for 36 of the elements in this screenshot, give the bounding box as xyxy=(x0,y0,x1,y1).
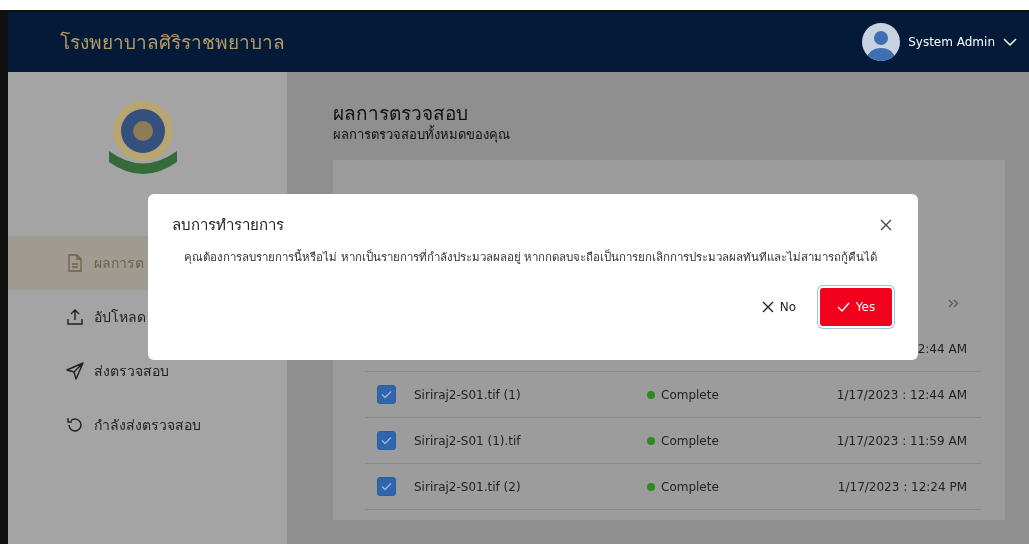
yes-button[interactable]: Yes xyxy=(820,287,892,326)
send-icon xyxy=(66,362,84,380)
user-avatar-icon[interactable] xyxy=(862,23,901,61)
sidebar-item[interactable]: กำลังส่งตรวจสอบ xyxy=(8,398,287,452)
date-time: 2:44 AM xyxy=(917,340,967,358)
page-title: ผลการตรวจสอบ xyxy=(333,102,469,125)
date-time: 1/17/2023 : 12:44 AM xyxy=(836,386,967,404)
upload-icon xyxy=(66,308,84,326)
status-text: Complete xyxy=(661,432,719,450)
row-checkbox[interactable] xyxy=(377,431,396,451)
user-name[interactable]: System Admin xyxy=(908,33,995,51)
file-name: Siriraj2-S01.tif (1) xyxy=(414,386,521,404)
double-chevron-right-icon[interactable] xyxy=(948,299,959,309)
page-subtitle: ผลการตรวจสอบทั้งหมดของคุณ xyxy=(333,124,511,145)
checkmark-icon xyxy=(381,436,392,446)
date-time: 1/17/2023 : 12:24 PM xyxy=(837,478,967,496)
hospital-name: โรงพยาบาลศิริราชพยาบาล xyxy=(60,29,285,55)
close-icon xyxy=(761,300,774,313)
file-name: Siriraj2-S01 (1).tif xyxy=(414,432,521,450)
checkmark-icon xyxy=(381,390,392,400)
document-icon xyxy=(66,254,84,272)
dialog-title: ลบการทำรายการ xyxy=(172,215,284,236)
close-icon[interactable] xyxy=(880,219,892,232)
sidebar-item[interactable]: อัปโหลด xyxy=(8,290,287,344)
row-checkbox[interactable] xyxy=(377,477,396,497)
file-name: Siriraj2-S01.tif (2) xyxy=(414,478,521,496)
chevron-down-icon[interactable] xyxy=(1003,37,1017,47)
refresh-icon xyxy=(66,416,84,434)
status-text: Complete xyxy=(661,478,719,496)
checkmark-icon xyxy=(836,301,850,312)
sidebar-item[interactable]: ส่งตรวจสอบ xyxy=(8,344,287,398)
date-time: 1/17/2023 : 11:59 AM xyxy=(836,432,967,450)
no-button[interactable]: No xyxy=(753,291,804,322)
row-checkbox[interactable] xyxy=(377,385,396,405)
checkmark-icon xyxy=(381,482,392,492)
status-text: Complete xyxy=(661,386,719,404)
